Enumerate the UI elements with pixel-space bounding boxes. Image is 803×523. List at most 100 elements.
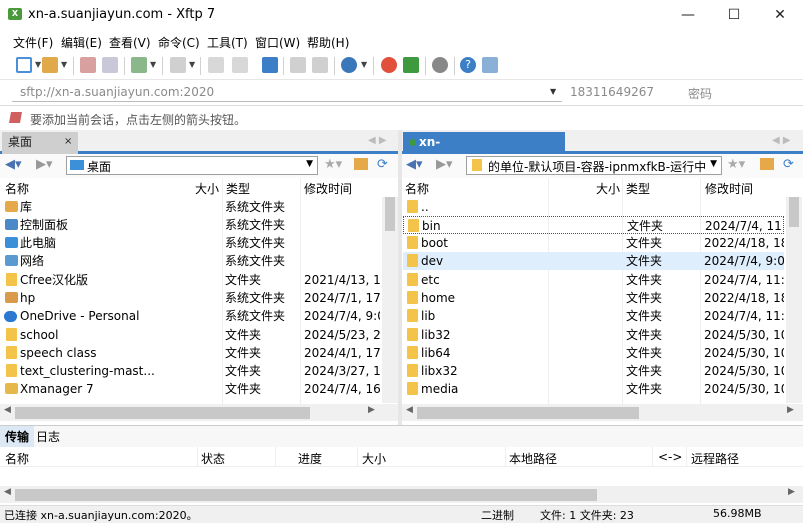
column-remote-path[interactable]: 远程路径 [691,450,739,467]
paste-icon[interactable] [312,57,328,73]
column-size[interactable]: 大小 [596,180,620,197]
scrollbar-thumb[interactable] [385,197,395,231]
chat-icon[interactable] [482,57,498,73]
column-type[interactable]: 类型 [226,180,250,197]
close-button[interactable]: ✕ [757,0,803,30]
menu-help[interactable]: 帮助(H) [307,34,349,51]
scroll-right-icon[interactable]: ▶ [368,405,375,415]
favorites-star-icon[interactable]: ★▾ [727,157,745,172]
forward-arrow-icon[interactable]: ▶▾ [436,157,453,172]
table-row[interactable]: lib64 文件夹 2024/5/30, 10 [403,344,784,362]
file-upload-icon[interactable] [208,57,224,73]
address-value[interactable]: sftp://xn-a.suanjiayun.com:2020 [20,85,214,99]
table-row[interactable]: OneDrive - Personal 系统文件夹 2024/7/4, 9:0 [2,307,380,325]
menu-window[interactable]: 窗口(W) [255,34,300,51]
chevron-down-icon[interactable]: ▼ [61,60,67,69]
xshell-icon[interactable] [381,57,397,73]
column-type[interactable]: 类型 [626,180,650,197]
column-size[interactable]: 大小 [362,450,386,467]
scrollbar-thumb[interactable] [417,407,639,419]
terminal-icon[interactable] [170,57,186,73]
right-horizontal-scrollbar[interactable]: ◀ ▶ [402,404,803,421]
table-row[interactable]: bin 文件夹 2024/7/4, 11:5 [403,216,784,234]
column-modified[interactable]: 修改时间 [705,180,753,197]
menu-view[interactable]: 查看(V) [109,34,151,51]
scrollbar-thumb[interactable] [15,489,597,501]
table-row[interactable]: Cfree汉化版 文件夹 2021/4/13, 18 [2,271,380,289]
scrollbar-thumb[interactable] [15,407,310,419]
file-download-icon[interactable] [232,57,248,73]
menu-file[interactable]: 文件(F) [13,34,53,51]
open-folder-icon[interactable] [42,57,58,73]
settings-icon[interactable] [131,57,147,73]
gear-icon[interactable] [432,57,448,73]
column-status[interactable]: 状态 [201,450,225,467]
scrollbar-thumb[interactable] [789,197,799,227]
pane-splitter[interactable] [398,130,402,425]
transfer-horizontal-scrollbar[interactable]: ◀ ▶ [0,486,803,503]
table-row[interactable]: libx32 文件夹 2024/5/30, 10 [403,362,784,380]
left-path-dropdown[interactable]: 桌面 ▼ [66,156,318,175]
right-path-dropdown[interactable]: 的单位-默认项目-容器-ipnmxfkB-运行中 ▼ [466,156,722,175]
chevron-down-icon[interactable]: ▼ [35,60,41,69]
menu-command[interactable]: 命令(C) [158,34,200,51]
refresh-icon[interactable]: ⟳ [377,157,388,172]
left-vertical-scrollbar[interactable] [382,197,398,403]
refresh-icon[interactable]: ⟳ [783,157,794,172]
table-row[interactable]: 此电脑 系统文件夹 [2,234,380,252]
right-vertical-scrollbar[interactable] [786,197,802,403]
table-row[interactable]: home 文件夹 2022/4/18, 18 [403,289,784,307]
scroll-left-icon[interactable]: ◀ [4,487,11,497]
column-size[interactable]: 大小 [195,180,219,197]
table-row[interactable]: 库 系统文件夹 [2,198,380,216]
disconnect-icon[interactable] [102,57,118,73]
chevron-down-icon[interactable]: ▼ [361,60,367,69]
globe-icon[interactable] [341,57,357,73]
copy-icon[interactable] [290,57,306,73]
column-name[interactable]: 名称 [5,180,29,197]
left-horizontal-scrollbar[interactable]: ◀ ▶ [0,404,398,421]
tab-log[interactable]: 日志 [36,428,60,445]
tab-transfer[interactable]: 传输 [0,426,35,447]
table-row[interactable]: 控制面板 系统文件夹 [2,216,380,234]
tab-local-desktop[interactable]: 桌面 × [2,132,78,154]
scroll-left-icon[interactable]: ◀ [4,405,11,415]
chevron-down-icon[interactable]: ▼ [306,159,313,169]
table-row[interactable]: 网络 系统文件夹 [2,252,380,270]
parent-folder-icon[interactable] [760,158,774,170]
parent-folder-icon[interactable] [354,158,368,170]
minimize-button[interactable]: — [665,0,711,30]
reconnect-icon[interactable] [80,57,96,73]
table-row[interactable]: text_clustering-mast... 文件夹 2024/3/27, 1… [2,362,380,380]
chevron-down-icon[interactable]: ▼ [710,159,717,169]
new-session-icon[interactable] [16,57,32,73]
tab-scroll-arrows-icon[interactable]: ◀ ▶ [772,135,791,146]
column-progress[interactable]: 进度 [298,450,322,467]
sync-transfer-icon[interactable] [262,57,278,73]
menu-tools[interactable]: 工具(T) [207,34,248,51]
table-row[interactable]: etc 文件夹 2024/7/4, 11:5 [403,271,784,289]
table-row[interactable]: boot 文件夹 2022/4/18, 18 [403,234,784,252]
password-field[interactable]: 密码 [688,85,712,102]
column-direction[interactable]: <-> [658,450,682,464]
scroll-right-icon[interactable]: ▶ [788,487,795,497]
xftp-icon[interactable] [403,57,419,73]
column-modified[interactable]: 修改时间 [304,180,352,197]
table-row[interactable]: .. [403,198,784,216]
back-arrow-icon[interactable]: ◀▾ [406,157,423,172]
help-icon[interactable]: ? [460,57,476,73]
table-row[interactable]: media 文件夹 2024/5/30, 10 [403,380,784,398]
column-name[interactable]: 名称 [405,180,429,197]
scroll-right-icon[interactable]: ▶ [787,405,794,415]
bookmark-icon[interactable] [9,112,22,123]
chevron-down-icon[interactable]: ▼ [150,60,156,69]
table-row[interactable]: hp 系统文件夹 2024/7/1, 17: [2,289,380,307]
chevron-down-icon[interactable]: ▼ [550,87,556,96]
table-row[interactable]: Xmanager 7 文件夹 2024/7/4, 16: [2,380,380,398]
table-row[interactable]: lib32 文件夹 2024/5/30, 10 [403,326,784,344]
table-row[interactable]: school 文件夹 2024/5/23, 22 [2,326,380,344]
column-local-path[interactable]: 本地路径 [509,450,557,467]
close-icon[interactable]: × [64,132,72,152]
back-arrow-icon[interactable]: ◀▾ [5,157,22,172]
table-row[interactable]: lib 文件夹 2024/7/4, 11:5 [403,307,784,325]
